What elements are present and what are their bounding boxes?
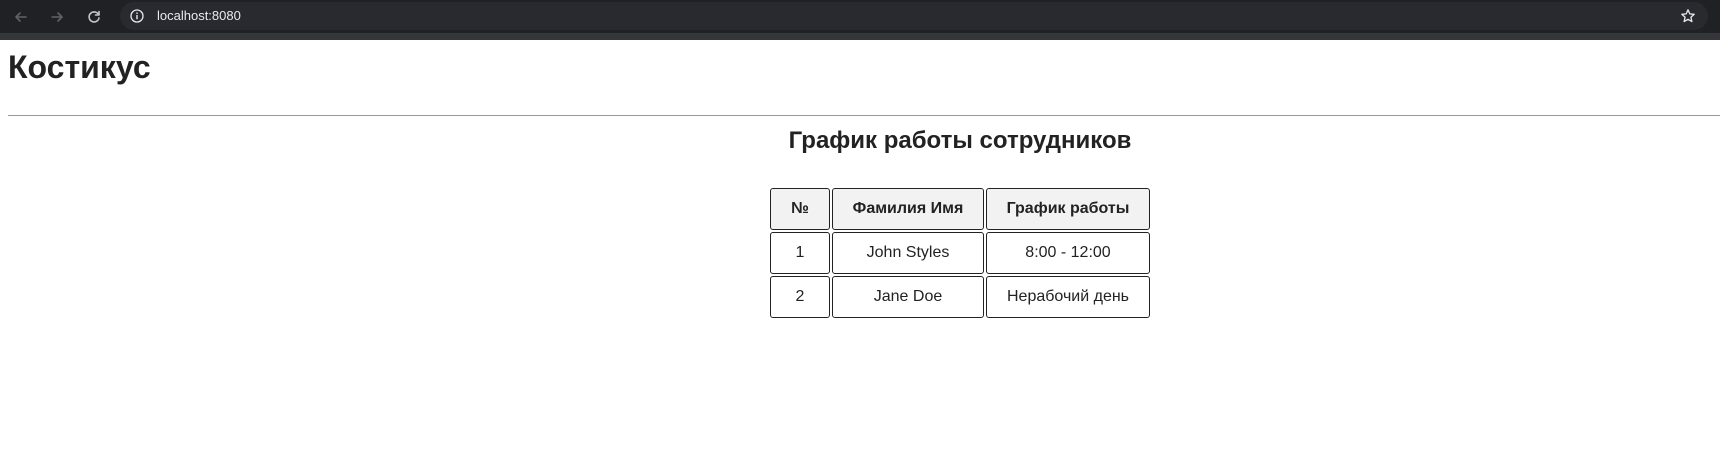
cell-schedule: Нерабочий день [986, 276, 1150, 318]
schedule-table: № Фамилия Имя График работы 1 John Style… [768, 186, 1152, 320]
forward-button[interactable] [46, 6, 68, 28]
reload-icon [88, 10, 100, 23]
table-row: 1 John Styles 8:00 - 12:00 [770, 232, 1150, 274]
arrow-left-icon [15, 12, 27, 22]
address-bar[interactable]: localhost:8080 [120, 2, 1708, 30]
column-header-schedule: График работы [986, 188, 1150, 230]
toolbar-divider [0, 33, 1720, 40]
site-title: Костикус [8, 49, 151, 85]
reload-button[interactable] [83, 6, 105, 28]
cell-name: Jane Doe [832, 276, 984, 318]
url-text[interactable]: localhost:8080 [157, 8, 241, 24]
column-header-number: № [770, 188, 830, 230]
cell-schedule: 8:00 - 12:00 [986, 232, 1150, 274]
page-content: Костикус График работы сотрудников № Фам… [0, 40, 1720, 458]
table-header-row: № Фамилия Имя График работы [770, 188, 1150, 230]
cell-name: John Styles [832, 232, 984, 274]
cell-number: 2 [770, 276, 830, 318]
table-row: 2 Jane Doe Нерабочий день [770, 276, 1150, 318]
cell-number: 1 [770, 232, 830, 274]
schedule-heading: График работы сотрудников [788, 127, 1132, 154]
back-button[interactable] [10, 6, 32, 28]
header-divider [8, 115, 1720, 116]
info-icon[interactable] [130, 9, 144, 23]
column-header-name: Фамилия Имя [832, 188, 984, 230]
arrow-right-icon [51, 12, 63, 22]
star-icon[interactable] [1680, 8, 1696, 24]
browser-toolbar: localhost:8080 [0, 0, 1720, 33]
